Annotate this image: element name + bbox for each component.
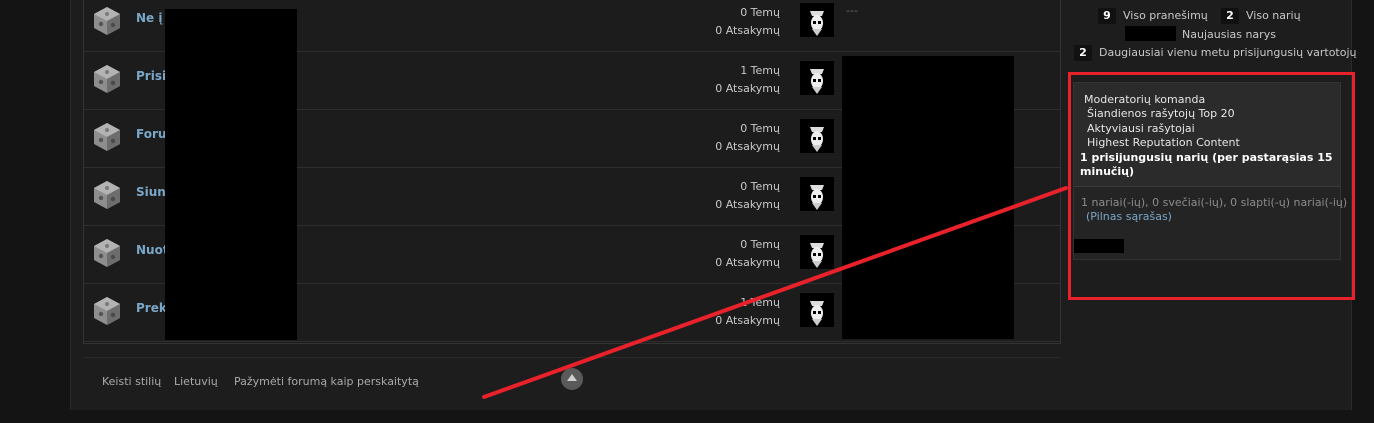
annotation-arrow-line xyxy=(482,186,1068,399)
